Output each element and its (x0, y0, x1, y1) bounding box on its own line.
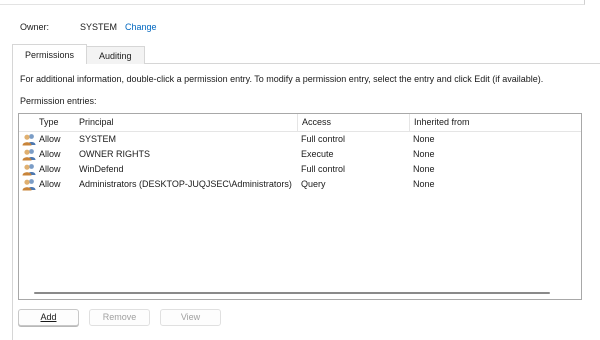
info-text: For additional information, double-click… (20, 74, 544, 84)
add-button[interactable]: Add (18, 309, 79, 326)
type-cell: Allow (39, 134, 61, 144)
table-row[interactable]: Allow OWNER RIGHTS Execute None (19, 147, 581, 162)
users-icon (22, 134, 36, 146)
access-cell: Query (301, 179, 326, 189)
principal-cell: SYSTEM (79, 134, 117, 144)
view-button-label: View (180, 312, 201, 322)
type-cell: Allow (39, 179, 61, 189)
permission-entries-list[interactable]: Type Principal Access Inherited from All… (18, 113, 582, 300)
principal-cell: Administrators (DESKTOP-JUQJSEC\Administ… (79, 179, 292, 189)
list-header: Type Principal Access Inherited from (19, 114, 581, 132)
inherited-cell: None (413, 134, 435, 144)
inherited-cell: None (413, 179, 435, 189)
access-cell: Full control (301, 164, 346, 174)
users-icon (22, 149, 36, 161)
tab-permissions[interactable]: Permissions (12, 44, 88, 64)
column-header-principal[interactable]: Principal (75, 114, 297, 131)
add-button-label: Add (40, 312, 57, 322)
access-cell: Full control (301, 134, 346, 144)
horizontal-scrollbar[interactable] (20, 288, 580, 298)
table-row[interactable]: Allow SYSTEM Full control None (19, 132, 581, 147)
type-cell: Allow (39, 164, 61, 174)
column-header-access[interactable]: Access (297, 114, 409, 131)
remove-button[interactable]: Remove (89, 309, 150, 326)
table-row[interactable]: Allow WinDefend Full control None (19, 162, 581, 177)
view-button[interactable]: View (160, 309, 221, 326)
action-buttons: Add Remove View (18, 309, 231, 326)
owner-row: Owner: SYSTEM Change (20, 20, 157, 34)
remove-button-label: Remove (102, 312, 137, 322)
permissions-dialog: Owner: SYSTEM Change Permissions Auditin… (0, 0, 600, 340)
access-cell: Execute (301, 149, 334, 159)
column-header-inherited-from[interactable]: Inherited from (409, 114, 581, 131)
users-icon (22, 164, 36, 176)
inherited-cell: None (413, 164, 435, 174)
users-icon (22, 179, 36, 191)
type-cell: Allow (39, 149, 61, 159)
column-header-type[interactable]: Type (35, 114, 75, 131)
permission-entries-label: Permission entries: (20, 96, 97, 106)
tab-auditing[interactable]: Auditing (86, 46, 145, 64)
change-owner-link[interactable]: Change (125, 22, 157, 32)
principal-cell: OWNER RIGHTS (79, 149, 150, 159)
scrollbar-thumb[interactable] (34, 292, 550, 294)
owner-label: Owner: (20, 22, 50, 32)
owner-value: SYSTEM (80, 22, 118, 32)
principal-cell: WinDefend (79, 164, 124, 174)
inherited-cell: None (413, 149, 435, 159)
table-row[interactable]: Allow Administrators (DESKTOP-JUQJSEC\Ad… (19, 177, 581, 192)
column-header-icon (19, 114, 35, 131)
tab-strip: Permissions Auditing (12, 44, 145, 64)
top-edge-divider (0, 0, 585, 5)
